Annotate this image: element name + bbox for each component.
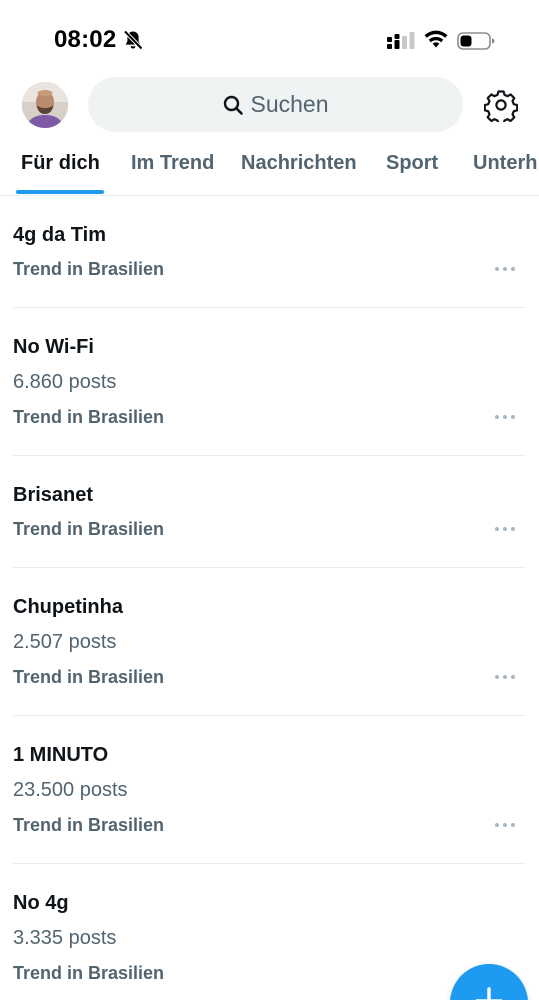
status-time: 08:02 xyxy=(54,26,117,53)
trend-name: No 4g xyxy=(13,892,69,914)
search-icon xyxy=(224,95,244,115)
search-placeholder: Suchen xyxy=(250,91,329,117)
battery-icon xyxy=(457,32,495,50)
profile-photo-icon xyxy=(22,82,68,128)
trend-name: No Wi-Fi xyxy=(13,336,94,358)
cellular-signal-icon xyxy=(387,32,415,49)
trend-context: Trend in Brasilien xyxy=(13,407,165,427)
trend-post-count: 6.860 posts xyxy=(13,371,117,393)
trend-post-count: 3.335 posts xyxy=(13,927,117,949)
wifi-icon xyxy=(424,30,448,48)
trend-name: 1 MINUTO xyxy=(13,744,109,766)
trend-item[interactable]: 4g da Tim Trend in Brasilien xyxy=(0,196,539,308)
tab-unterhaltung[interactable]: Unterh xyxy=(473,152,537,175)
trend-item[interactable]: 1 MINUTO 23.500 posts Trend in Brasilien xyxy=(0,716,539,864)
tab-sport[interactable]: Sport xyxy=(386,152,438,175)
trend-context: Trend in Brasilien xyxy=(13,519,165,539)
trend-item[interactable]: No Wi-Fi 6.860 posts Trend in Brasilien xyxy=(0,308,539,456)
trend-name: Brisanet xyxy=(13,484,94,506)
more-horizontal-icon[interactable] xyxy=(494,525,516,533)
trend-post-count: 2.507 posts xyxy=(13,631,117,653)
status-bar: 08:02 xyxy=(0,0,539,72)
more-horizontal-icon[interactable] xyxy=(494,821,516,829)
trend-item[interactable]: Chupetinha 2.507 posts Trend in Brasilie… xyxy=(0,568,539,716)
trend-item[interactable]: Brisanet Trend in Brasilien xyxy=(0,456,539,568)
top-bar: Suchen xyxy=(0,72,539,140)
trend-name: Chupetinha xyxy=(13,596,123,618)
trend-post-count: 23.500 posts xyxy=(13,779,128,801)
tab-bar: Für dich Im Trend Nachrichten Sport Unte… xyxy=(0,140,539,196)
more-horizontal-icon[interactable] xyxy=(494,673,516,681)
trend-context: Trend in Brasilien xyxy=(13,963,165,983)
bell-slash-icon xyxy=(123,30,143,50)
avatar[interactable] xyxy=(22,82,68,128)
search-input[interactable]: Suchen xyxy=(88,77,463,132)
plus-icon xyxy=(475,987,503,1000)
gear-icon[interactable] xyxy=(484,88,518,122)
more-horizontal-icon[interactable] xyxy=(494,413,516,421)
active-tab-indicator xyxy=(16,190,104,194)
trend-context: Trend in Brasilien xyxy=(13,815,165,835)
trend-list: 4g da Tim Trend in Brasilien No Wi-Fi 6.… xyxy=(0,196,539,1000)
tab-im-trend[interactable]: Im Trend xyxy=(131,152,214,175)
trend-name: 4g da Tim xyxy=(13,224,106,246)
explore-screen: 08:02 Suchen Für dich Im Trend Nachricht… xyxy=(0,0,539,1000)
trend-context: Trend in Brasilien xyxy=(13,667,165,687)
tab-fuer-dich[interactable]: Für dich xyxy=(21,152,100,175)
tab-nachrichten[interactable]: Nachrichten xyxy=(241,152,357,175)
more-horizontal-icon[interactable] xyxy=(494,265,516,273)
trend-context: Trend in Brasilien xyxy=(13,259,165,279)
